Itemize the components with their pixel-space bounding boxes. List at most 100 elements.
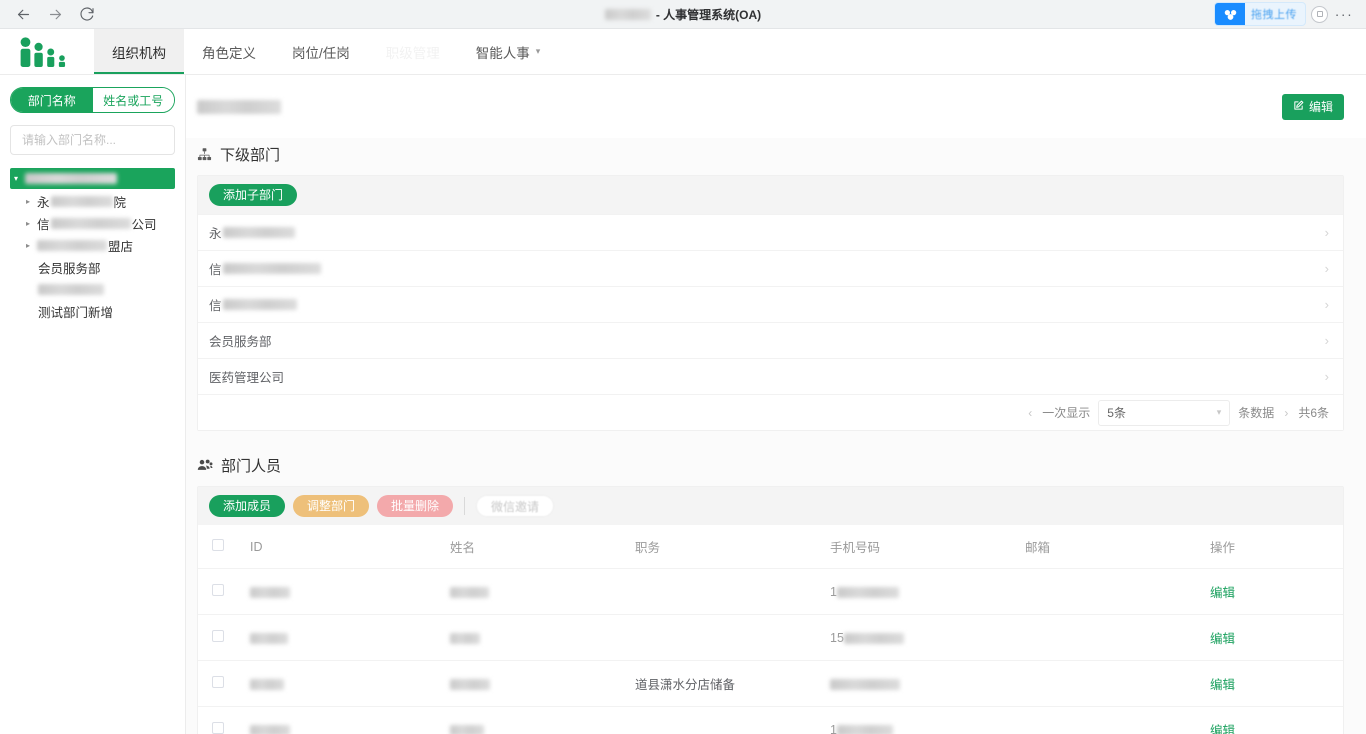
row-checkbox[interactable] [212,722,224,734]
column-actions: 操作 [1210,525,1343,569]
tree-node-franchise[interactable]: ▸ 盟店 [10,235,175,255]
upload-cloud-icon [1215,3,1245,25]
app-root: ████ - 人事管理系统(OA) 拖拽上传 ··· [0,0,1366,734]
row-checkbox[interactable] [212,630,224,642]
sub-department-title: 下级部门 [197,138,1344,175]
add-member-button[interactable]: 添加成员 [209,495,286,517]
sub-department-row[interactable]: 医药管理公司 › [198,358,1343,394]
sub-department-row-label: 医药管理公司 [209,371,285,385]
tree-toggle-icon[interactable]: ▸ [26,241,37,250]
tree-node-test-dept[interactable]: 测试部门新增 [10,301,175,321]
extension-settings-icon[interactable] [1311,5,1328,23]
sub-department-row[interactable]: 信 › [198,286,1343,322]
nav-item-positions[interactable]: 岗位/任岗 [274,29,368,74]
sub-department-row[interactable]: 永 › [198,214,1343,250]
browser-more-icon[interactable]: ··· [1330,2,1358,26]
edit-department-button[interactable]: 编辑 [1281,93,1344,120]
drag-upload-widget[interactable]: 拖拽上传 [1215,3,1305,25]
select-all-checkbox[interactable] [212,539,224,551]
department-people-table: ID 姓名 职务 手机号码 邮箱 操作 1 编辑 15 编辑 道县潇水分店储备 … [198,525,1343,734]
department-people-title-label: 部门人员 [221,458,282,475]
chevron-right-icon[interactable]: › [1325,333,1329,348]
row-actions: 编辑 [1210,614,1343,661]
column-id: ID [250,525,450,569]
row-id [250,568,450,615]
tree-toggle-icon[interactable]: ▸ [26,197,37,206]
row-id [250,706,450,734]
table-row[interactable]: 1 编辑 [198,706,1343,734]
browser-title-text: - 人事管理系统(OA) [655,7,762,22]
reload-icon[interactable] [72,1,102,27]
dept-search-box[interactable] [10,125,175,155]
row-id [250,614,450,661]
nav-item-org[interactable]: 组织机构 [94,29,184,74]
row-checkbox[interactable] [212,676,224,688]
tree-node-company[interactable]: ▸ 信公司 [10,213,175,233]
batch-delete-button[interactable]: 批量删除 [377,495,454,517]
tree-node-hospital[interactable]: ▸ 永院 [10,191,175,211]
sitemap-icon [197,147,212,162]
tree-node-company-label: 信 [37,217,50,232]
row-email [1025,614,1210,661]
row-email [1025,706,1210,734]
table-row[interactable]: 道县潇水分店储备 编辑 [198,660,1343,707]
sub-department-row[interactable]: 信 › [198,250,1343,286]
tree-node-redacted-dept[interactable]: ████████门 [10,279,175,299]
department-people-title: 部门人员 [197,449,1344,486]
tree-toggle-icon[interactable]: ▸ [26,219,37,228]
dept-search-input[interactable] [20,132,165,148]
tree-node-test-dept-label: 测试部门新增 [38,305,114,320]
nav-item-org-label: 组织机构 [112,45,166,61]
nav-item-smart-hr-label: 智能人事 [475,45,530,61]
tree-node-member-service-label: 会员服务部 [38,261,101,276]
column-phone: 手机号码 [830,525,1025,569]
row-checkbox-cell [198,568,250,615]
page-size-select[interactable]: 5条 ▾ [1098,399,1231,426]
browser-toolbar: ████ - 人事管理系统(OA) 拖拽上传 ··· [0,0,1366,29]
table-row[interactable]: 1 编辑 [198,568,1343,615]
sub-department-pager: ‹ 一次显示 5条 ▾ 条数据 › 共6条 [198,394,1343,430]
tree-node-member-service[interactable]: 会员服务部 [10,257,175,277]
pager-next-icon[interactable]: › [1282,406,1290,420]
adjust-department-button[interactable]: 调整部门 [293,495,370,517]
nav-item-roles[interactable]: 角色定义 [184,29,274,74]
row-edit-link[interactable]: 编辑 [1210,724,1235,734]
sub-department-toolbar: 添加子部门 [198,176,1343,214]
nav-item-ranks-label: 职级管理 [385,45,440,61]
row-phone: 15 [830,614,1025,661]
table-head: ID 姓名 职务 手机号码 邮箱 操作 [198,525,1343,569]
page-title: █████████ [197,98,281,115]
browser-extensions: 拖拽上传 ··· [1215,2,1366,26]
chevron-right-icon[interactable]: › [1325,297,1329,312]
chevron-right-icon[interactable]: › [1325,261,1329,276]
table-row[interactable]: 15 编辑 [198,614,1343,661]
edit-department-label: 编辑 [1308,100,1333,114]
dept-tree: ▾ ███████████ ▸ 永院 ▸ 信公司 ▸ 盟店 会员服务部 [10,168,175,323]
row-checkbox-cell [198,660,250,707]
pager-prev-icon[interactable]: ‹ [1026,406,1034,420]
row-edit-link[interactable]: 编辑 [1210,586,1235,600]
row-name [450,706,635,734]
sub-department-row-label: 信 [209,299,222,313]
tree-toggle-icon[interactable]: ▾ [14,174,25,183]
nav-item-smart-hr[interactable]: 智能人事 ▾ [458,29,559,74]
row-edit-link[interactable]: 编辑 [1210,632,1235,646]
sub-department-row-label: 信 [209,263,222,277]
row-edit-link[interactable]: 编辑 [1210,678,1235,692]
sub-department-row[interactable]: 会员服务部 › [198,322,1343,358]
row-phone: 1 [830,706,1025,734]
page-size-value: 5条 [1107,406,1126,420]
department-people-section: 部门人员 添加成员 调整部门 批量删除 微信邀请 ID 姓名 职务 手机号码 邮… [186,449,1366,734]
sidebar-tab-name-or-id[interactable]: 姓名或工号 [92,88,174,112]
chevron-right-icon[interactable]: › [1325,225,1329,240]
tree-node-root[interactable]: ▾ ███████████ [10,168,175,189]
row-checkbox[interactable] [212,584,224,596]
back-icon[interactable] [8,1,38,27]
app-logo-icon[interactable] [14,29,94,75]
sub-department-card: 添加子部门 永 › 信 › 信 › 会员服务部 › 医药管理公司 › ‹ 一次显… [197,175,1344,431]
chevron-right-icon[interactable]: › [1325,369,1329,384]
add-sub-department-button[interactable]: 添加子部门 [209,184,298,206]
forward-icon[interactable] [40,1,70,27]
sidebar-tab-dept-name[interactable]: 部门名称 [11,88,93,112]
sub-department-title-label: 下级部门 [220,147,281,164]
